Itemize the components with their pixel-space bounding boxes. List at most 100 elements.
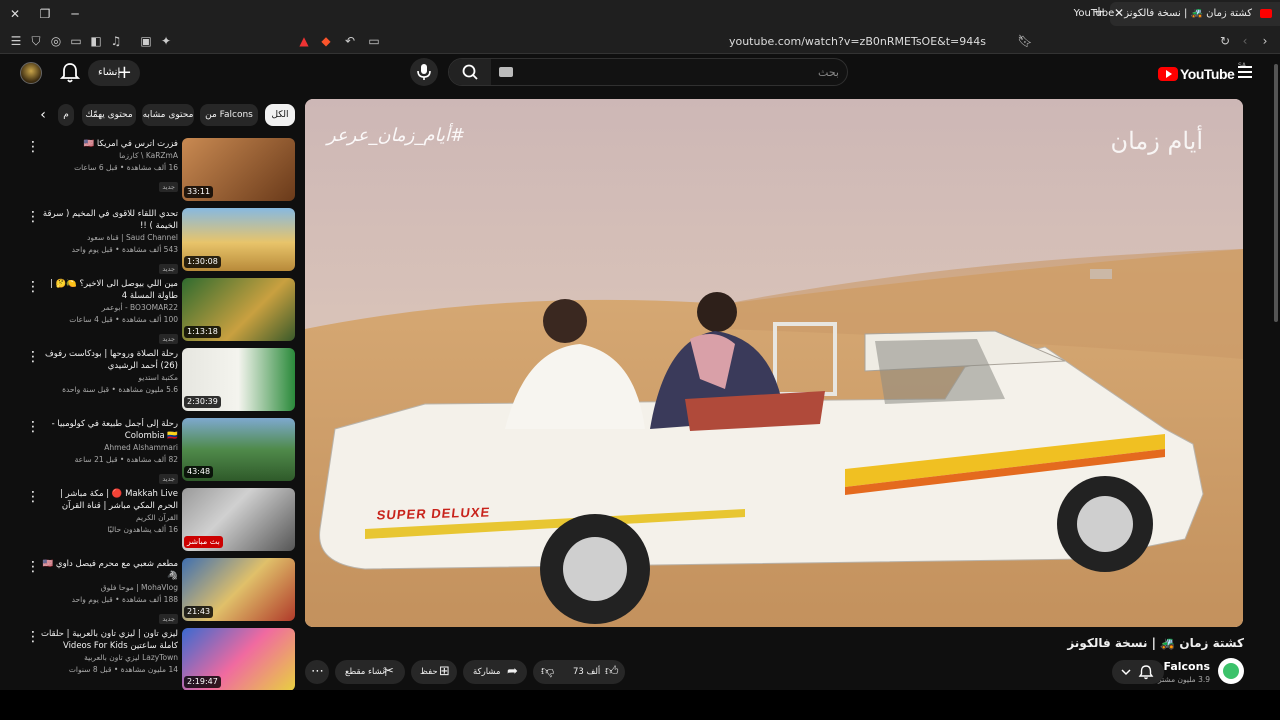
sidebar-icon[interactable]: ◧ (88, 33, 104, 49)
maximize-window-icon[interactable]: ❐ (36, 5, 54, 23)
scissors-icon: ✂ (383, 664, 394, 679)
dislike-icon[interactable]: 👎︎ (541, 660, 554, 684)
video-title[interactable]: رحلة إلى أجمل طبيعة في كولومبيا - Colomb… (38, 418, 178, 442)
list-item[interactable]: ⋮ تحدي اللقاء للاقوى في المخيم ( سرقة ال… (20, 208, 300, 274)
extensions-icon[interactable]: ✦ (158, 33, 174, 49)
live-badge: بث مباشر (184, 536, 223, 548)
truck-lettering: SUPER DELUXE (375, 504, 492, 523)
channel-avatar[interactable] (1218, 658, 1244, 684)
chip-related[interactable]: محتوى مشابه (142, 104, 194, 126)
youtube-wordmark: YouTube (1180, 66, 1235, 82)
chip-from-falcons[interactable]: من Falcons (200, 104, 258, 126)
video-title[interactable]: Makkah Live 🔴 | مكة مباشر | الحرم المكي … (38, 488, 178, 512)
channel-name[interactable]: مكتبة استديو (38, 372, 178, 384)
list-item[interactable]: ⋮ Makkah Live 🔴 | مكة مباشر | الحرم المك… (20, 488, 300, 552)
more-options-icon[interactable]: ⋮ (26, 210, 40, 226)
scrollbar-thumb[interactable] (1274, 64, 1278, 322)
tab-title: كشتة زمان 🚜 | نسخة فالكونز - YouTube (1073, 8, 1252, 19)
list-item[interactable]: ⋮ رحلة إلى أجمل طبيعة في كولومبيا - Colo… (20, 418, 300, 484)
search-icon (462, 64, 478, 80)
subscribed-bell-and-chevron-icon (1121, 665, 1154, 680)
screenshot-icon[interactable]: ▣ (138, 33, 154, 49)
page-scrollbar[interactable] (1272, 54, 1280, 690)
browser-menu-icon[interactable]: ☰ (8, 33, 24, 49)
list-item[interactable]: ⋮ مين اللي بيوصل الى الاخير؟ 🍋🤔 | طاولة … (20, 278, 300, 344)
account-avatar[interactable] (20, 62, 42, 84)
more-options-icon[interactable]: ⋮ (26, 630, 40, 646)
list-item[interactable]: ⋮ مطعم شعبي مع محرم فيصل داوي 🇺🇸🦓 MohaVl… (20, 558, 300, 624)
duration-badge: 21:43 (184, 606, 214, 618)
more-options-icon[interactable]: ⋮ (26, 560, 40, 576)
youtube-play-icon (1158, 67, 1178, 81)
music-icon[interactable]: ♫ (108, 33, 124, 49)
shield-icon[interactable]: ⛉ (28, 33, 44, 49)
channel-name[interactable]: Ahmed Alshammari (38, 442, 178, 454)
video-main-title: كشتة زمان 🚜 | نسخة فالكونز (1067, 636, 1244, 650)
clip-label: إنشاء مقطع (345, 667, 387, 677)
more-actions-button[interactable]: ⋯ (305, 660, 329, 684)
video-title[interactable]: تحدي اللقاء للاقوى في المخيم ( سرقة الخي… (38, 208, 178, 232)
video-meta: 16 ألف يشاهدون حاليًا (107, 525, 178, 534)
minimize-window-icon[interactable]: ─ (66, 5, 84, 23)
notifications-bell-icon[interactable] (60, 62, 80, 84)
video-title[interactable]: رحلة الصلاة وروحها | بودكاست رفوف (26) أ… (38, 348, 178, 372)
video-meta: 543 ألف مشاهدة • قبل يوم واحد (71, 245, 178, 254)
chips-next-arrow-icon[interactable]: ‹ (34, 106, 52, 124)
list-item[interactable]: ⋮ فزرت اترس في امريكا 🇺🇸 KaRZmA \ كارزما… (20, 138, 300, 202)
reload-icon[interactable]: ↻ (1217, 33, 1233, 49)
forward-icon[interactable]: › (1257, 33, 1273, 49)
duration-badge: 2:30:39 (184, 396, 221, 408)
channel-name[interactable]: LazyTown ليزي تاون بالعربية (38, 652, 178, 664)
video-title[interactable]: ليزي تاون | ليزي تاون بالعربية | حلقات ك… (38, 628, 178, 652)
tabs-icon[interactable]: ▭ (68, 33, 84, 49)
youtube-logo[interactable]: YouTube SA (1158, 62, 1246, 84)
duration-badge: 1:13:18 (184, 326, 221, 338)
like-icon[interactable]: 👍︎ (605, 660, 619, 684)
more-options-icon[interactable]: ⋮ (26, 420, 40, 436)
back-icon[interactable]: ‹ (1237, 33, 1253, 49)
chip-more[interactable]: م (58, 104, 74, 126)
browser-tab[interactable]: ✕ كشتة زمان 🚜 | نسخة فالكونز - YouTube (1074, 2, 1280, 26)
more-options-icon[interactable]: ⋮ (26, 490, 40, 506)
video-frame (305, 99, 1243, 627)
more-horizontal-icon: ⋯ (311, 664, 324, 679)
voice-search-button[interactable] (410, 58, 438, 86)
create-button[interactable]: إنشاء + (88, 60, 140, 86)
subscribed-button[interactable] (1112, 660, 1164, 684)
channel-row: Falcons 3.9 مليون مشترك (1044, 658, 1244, 688)
clip-button[interactable]: إنشاء مقطع ✂ (335, 660, 405, 684)
chip-all[interactable]: الكل (265, 104, 295, 126)
browser-titlebar: ✕ ❐ ─ + ✕ كشتة زمان 🚜 | نسخة فالكونز - Y… (0, 0, 1280, 28)
search-button[interactable] (449, 59, 491, 85)
video-title[interactable]: مطعم شعبي مع محرم فيصل داوي 🇺🇸🦓 (38, 558, 178, 582)
search-box (448, 58, 848, 86)
video-title[interactable]: فزرت اترس في امريكا 🇺🇸 (38, 138, 178, 150)
bookmark-icon[interactable]: 🔖︎ (1017, 33, 1033, 49)
share-button[interactable]: مشاركة ➦ (463, 660, 527, 684)
like-count: 73 ألف (573, 667, 601, 677)
chip-for-you[interactable]: محتوى يهمّك (82, 104, 136, 126)
guide-menu-icon[interactable] (1238, 66, 1252, 78)
close-window-icon[interactable]: ✕ (6, 5, 24, 23)
more-options-icon[interactable]: ⋮ (26, 350, 40, 366)
search-input[interactable] (499, 63, 839, 81)
save-button[interactable]: حفظ ⊞ (411, 660, 457, 684)
globe-icon[interactable]: ◎ (48, 33, 64, 49)
video-meta: 82 ألف مشاهدة • قبل 21 ساعة (74, 455, 178, 464)
channel-name[interactable]: KaRZmA \ كارزما (38, 150, 178, 162)
address-bar[interactable]: youtube.com/watch?v=zB0nRMETsOE&t=944s (290, 31, 990, 51)
channel-name[interactable]: Saud Channel | قناة سعود (38, 232, 178, 244)
video-title[interactable]: مين اللي بيوصل الى الاخير؟ 🍋🤔 | طاولة ال… (38, 278, 178, 302)
video-player[interactable]: #أيام_زمان_عرعر أيام زمان SUPER DELUXE (305, 99, 1243, 627)
channel-name[interactable]: BO3OMAR22 - أبوعمر (38, 302, 178, 314)
new-badge: جديد (159, 334, 178, 344)
more-options-icon[interactable]: ⋮ (26, 280, 40, 296)
microphone-icon (417, 64, 431, 80)
more-options-icon[interactable]: ⋮ (26, 140, 40, 156)
channel-name[interactable]: MohaVlog | موحا فلوق (38, 582, 178, 594)
list-item[interactable]: ⋮ ليزي تاون | ليزي تاون بالعربية | حلقات… (20, 628, 300, 690)
video-brand-overlay: أيام زمان (1110, 127, 1203, 155)
share-arrow-icon: ➦ (507, 664, 518, 679)
channel-name[interactable]: القرآن الكريم (38, 512, 178, 524)
list-item[interactable]: ⋮ رحلة الصلاة وروحها | بودكاست رفوف (26)… (20, 348, 300, 412)
